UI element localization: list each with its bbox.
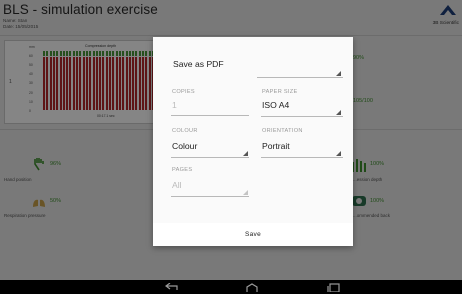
orientation-underline (261, 157, 343, 158)
android-navigation-bar (0, 280, 462, 294)
copies-label: COPIES (172, 89, 195, 95)
back-icon[interactable] (164, 283, 178, 292)
pages-dropdown-icon[interactable] (243, 190, 248, 195)
copies-underline (171, 115, 249, 116)
pages-select[interactable]: All (172, 180, 182, 190)
pages-underline (171, 196, 249, 197)
orientation-select[interactable]: Portrait (262, 141, 290, 151)
colour-label: COLOUR (172, 128, 198, 134)
paper-size-dropdown-icon[interactable] (336, 110, 341, 115)
colour-dropdown-icon[interactable] (243, 151, 248, 156)
paper-size-select[interactable]: ISO A4 (262, 100, 289, 110)
destination-underline (257, 77, 343, 78)
pages-label: PAGES (172, 167, 193, 173)
orientation-dropdown-icon[interactable] (336, 151, 341, 156)
save-button[interactable]: Save (153, 223, 353, 246)
orientation-label: ORIENTATION (262, 128, 303, 134)
recents-icon[interactable] (327, 283, 341, 292)
copies-input[interactable]: 1 (172, 100, 177, 110)
colour-select[interactable]: Colour (172, 141, 197, 151)
dialog-footer: Save (153, 223, 353, 246)
paper-size-underline (261, 116, 343, 117)
home-icon[interactable] (245, 283, 259, 292)
save-as-pdf-dialog: Save as PDF COPIES 1 PAPER SIZE ISO A4 C… (153, 37, 353, 246)
destination-dropdown-icon[interactable] (336, 71, 341, 76)
paper-size-label: PAPER SIZE (262, 89, 298, 95)
colour-underline (171, 157, 249, 158)
dialog-title: Save as PDF (173, 59, 224, 69)
